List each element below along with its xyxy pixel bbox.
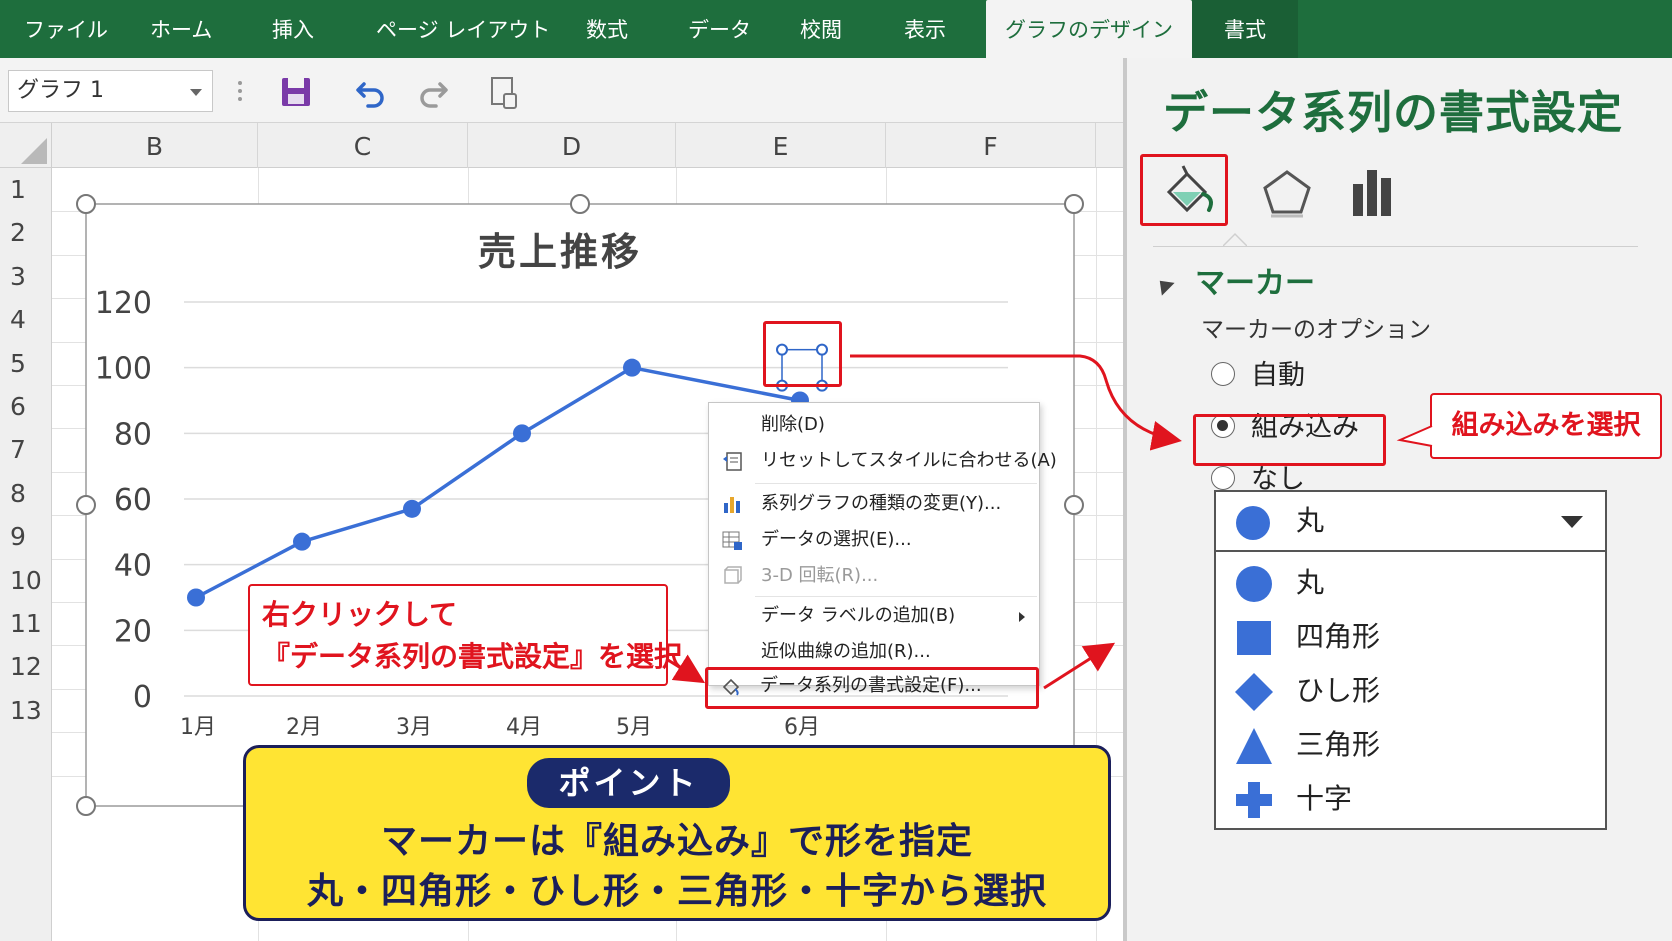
radio-label: 自動	[1251, 360, 1305, 391]
chart-resize-handle[interactable]	[1064, 194, 1084, 214]
x-tick-label: 2月	[286, 715, 322, 740]
highlight-format-series-item	[705, 667, 1039, 709]
menu-item-label: データ ラベルの追加(B)	[761, 605, 956, 626]
menu-item-label: 3-D 回転(R)...	[761, 565, 879, 586]
marker-option-square[interactable]: 四角形	[1216, 610, 1605, 664]
data-point-marker[interactable]	[293, 532, 311, 551]
chart-resize-handle[interactable]	[570, 194, 590, 214]
menu-item-3d-rotation: 3-D 回転(R)...	[709, 558, 1039, 594]
marker-section-label: マーカー	[1195, 266, 1315, 301]
callout-line: 『データ系列の書式設定』を選択	[262, 640, 683, 673]
x-tick-label: 4月	[506, 715, 542, 740]
menu-item-label: 系列グラフの種類の変更(Y)...	[761, 493, 1002, 514]
highlight-built-in-radio	[1193, 414, 1386, 466]
chart-resize-handle[interactable]	[1064, 495, 1084, 515]
menu-item-add-trendline[interactable]: 近似曲線の追加(R)...	[709, 634, 1039, 670]
point-note-line-1: マーカーは『組み込み』で形を指定	[380, 821, 973, 862]
marker-option-cross[interactable]: 十字	[1216, 772, 1605, 826]
y-tick-label: 100	[95, 352, 152, 387]
data-point-marker[interactable]	[623, 358, 641, 377]
chart-resize-handle[interactable]	[76, 796, 96, 816]
reset-style-icon	[723, 452, 742, 471]
callout-right-click: 右クリックして 『データ系列の書式設定』を選択	[248, 584, 683, 686]
menu-item-label: 削除(D)	[761, 414, 825, 435]
data-point-marker[interactable]	[513, 424, 531, 443]
x-tick-label: 6月	[784, 715, 820, 740]
diamond-marker-icon	[1235, 673, 1273, 711]
x-tick-label: 1月	[180, 715, 216, 740]
highlight-selected-point	[763, 321, 842, 387]
marker-option-label: 丸	[1296, 566, 1325, 599]
marker-option-label: 三角形	[1296, 728, 1381, 761]
menu-item-label: リセットしてスタイルに合わせる(A)	[761, 450, 1057, 471]
marker-option-label: 十字	[1296, 782, 1353, 815]
menu-item-label: 近似曲線の追加(R)...	[761, 641, 931, 662]
menu-item-add-data-labels[interactable]: データ ラベルの追加(B)	[709, 598, 1039, 634]
chart-resize-handle[interactable]	[76, 495, 96, 515]
marker-type-dropdown-list: 丸 四角形 ひし形 三角形 十字	[1214, 552, 1607, 830]
marker-type-select[interactable]: 丸	[1214, 490, 1607, 552]
chart-title: 売上推移	[478, 230, 642, 274]
menu-item-reset-style[interactable]: リセットしてスタイルに合わせる(A)	[709, 443, 1057, 479]
chevron-down-icon[interactable]	[1561, 516, 1583, 528]
x-tick-label: 5月	[616, 715, 652, 740]
context-menu: 削除(D) リセットしてスタイルに合わせる(A) 系列グラフの種類の変更(Y).…	[708, 402, 1057, 686]
x-tick-label: 3月	[396, 715, 432, 740]
y-tick-label: 20	[114, 614, 152, 649]
marker-option-label: 四角形	[1296, 620, 1381, 653]
circle-marker-icon	[1236, 566, 1272, 602]
marker-option-circle[interactable]: 丸	[1216, 556, 1605, 610]
highlight-fill-line-tab	[1140, 154, 1228, 226]
select-data-icon	[722, 531, 742, 550]
y-tick-label: 60	[114, 483, 152, 518]
submenu-arrow-icon	[1019, 612, 1025, 622]
radio-button[interactable]	[1211, 361, 1235, 386]
radio-button[interactable]	[1211, 465, 1235, 490]
marker-section-header[interactable]: マーカー	[1153, 258, 1315, 302]
marker-type-value: 丸	[1296, 504, 1325, 537]
pane-title: データ系列の書式設定	[1163, 86, 1624, 139]
point-note-line-2: 丸・四角形・ひし形・三角形・十字から選択	[306, 871, 1047, 912]
circle-marker-icon	[1236, 506, 1270, 540]
data-point-marker[interactable]	[403, 499, 421, 518]
collapse-triangle-icon[interactable]	[1153, 273, 1175, 296]
square-marker-icon	[1237, 621, 1271, 655]
marker-option-diamond[interactable]: ひし形	[1216, 664, 1605, 718]
effects-icon[interactable]	[1247, 158, 1327, 224]
y-tick-label: 80	[114, 417, 152, 452]
callout-select-built-in: 組み込みを選択	[1430, 393, 1662, 459]
marker-option-label: ひし形	[1296, 674, 1381, 707]
chart-resize-handle[interactable]	[76, 194, 96, 214]
series-options-icon[interactable]	[1333, 158, 1413, 224]
3d-rotation-icon	[724, 566, 742, 584]
cross-marker-icon	[1236, 782, 1272, 818]
triangle-marker-icon	[1236, 728, 1272, 764]
pane-divider	[1153, 246, 1638, 247]
marker-option-triangle[interactable]: 三角形	[1216, 718, 1605, 772]
menu-item-label: データの選択(E)...	[761, 529, 912, 550]
data-point-marker[interactable]	[187, 588, 205, 607]
radio-auto[interactable]: 自動	[1211, 356, 1305, 396]
menu-item-change-chart-type[interactable]: 系列グラフの種類の変更(Y)...	[709, 486, 1039, 522]
menu-item-select-data[interactable]: データの選択(E)...	[709, 522, 1039, 558]
menu-item-delete[interactable]: 削除(D)	[709, 407, 1039, 443]
menu-separator	[755, 596, 1037, 597]
y-tick-label: 40	[114, 549, 152, 584]
marker-options-label: マーカーのオプション	[1201, 317, 1431, 343]
y-tick-label: 120	[95, 286, 152, 321]
menu-separator	[755, 483, 1037, 484]
y-tick-label: 0	[133, 680, 152, 715]
chart-type-icon	[724, 497, 740, 513]
point-badge: ポイント	[527, 758, 730, 808]
callout-line: 右クリックして	[262, 598, 458, 631]
